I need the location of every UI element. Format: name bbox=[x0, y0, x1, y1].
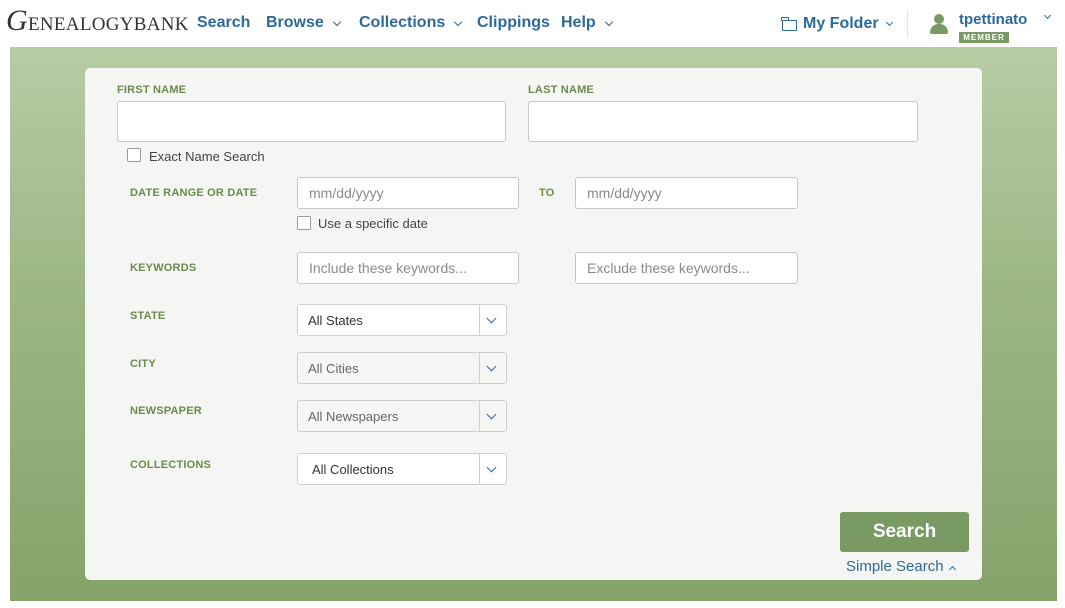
last-name-label: LAST NAME bbox=[528, 84, 594, 96]
state-value: All States bbox=[308, 313, 363, 328]
newspaper-select[interactable]: All Newspapers bbox=[297, 400, 507, 432]
city-label: CITY bbox=[130, 358, 156, 370]
collections-value: All Collections bbox=[312, 462, 394, 477]
first-name-label: FIRST NAME bbox=[117, 84, 187, 96]
collections-dropdown-button[interactable] bbox=[479, 454, 506, 484]
newspaper-label: NEWSPAPER bbox=[130, 405, 202, 417]
specific-date-checkbox[interactable] bbox=[297, 216, 311, 230]
genealogybank-logo[interactable]: GENEALOGYBANK bbox=[6, 2, 189, 40]
logo-wordmark: GENEALOGYBANK bbox=[6, 4, 189, 37]
simple-search-link[interactable]: Simple Search bbox=[846, 558, 956, 575]
nav-collections[interactable]: Collections bbox=[359, 13, 463, 33]
nav-help[interactable]: Help bbox=[561, 13, 613, 33]
chevron-down-icon[interactable] bbox=[1043, 11, 1052, 20]
my-folder-menu[interactable]: My Folder bbox=[781, 14, 893, 34]
state-label: STATE bbox=[130, 310, 166, 322]
chevron-down-icon bbox=[486, 361, 497, 372]
search-form-card bbox=[85, 68, 982, 580]
city-select[interactable]: All Cities bbox=[297, 352, 507, 384]
chevron-down-icon bbox=[453, 17, 463, 26]
state-select[interactable]: All States bbox=[297, 304, 507, 336]
include-keywords-input[interactable] bbox=[297, 252, 519, 284]
first-name-input[interactable] bbox=[117, 101, 506, 142]
specific-date-label[interactable]: Use a specific date bbox=[318, 216, 428, 231]
user-icon[interactable] bbox=[930, 14, 948, 34]
username[interactable]: tpettinato bbox=[959, 11, 1027, 28]
keywords-label: KEYWORDS bbox=[130, 262, 197, 274]
chevron-down-icon bbox=[604, 17, 613, 26]
collections-select[interactable]: All Collections bbox=[297, 453, 507, 485]
date-from-input[interactable] bbox=[297, 177, 519, 209]
top-header: GENEALOGYBANK Search Browse Collections … bbox=[0, 0, 1065, 47]
nav-clippings[interactable]: Clippings bbox=[477, 13, 550, 33]
date-range-label: DATE RANGE OR DATE bbox=[130, 187, 258, 199]
date-to-input[interactable] bbox=[575, 177, 798, 209]
collections-label: COLLECTIONS bbox=[130, 459, 212, 471]
chevron-down-icon bbox=[486, 409, 497, 420]
exclude-keywords-input[interactable] bbox=[575, 252, 798, 284]
exact-name-label[interactable]: Exact Name Search bbox=[149, 149, 265, 164]
city-value: All Cities bbox=[308, 361, 359, 376]
exact-name-checkbox[interactable] bbox=[127, 148, 141, 162]
member-badge: MEMBER bbox=[959, 32, 1009, 43]
newspaper-value: All Newspapers bbox=[308, 409, 399, 424]
search-button[interactable]: Search bbox=[840, 512, 969, 552]
nav-search[interactable]: Search bbox=[197, 13, 250, 33]
state-dropdown-button[interactable] bbox=[479, 305, 506, 335]
chevron-up-icon bbox=[948, 565, 956, 573]
folder-icon bbox=[781, 16, 797, 31]
chevron-down-icon bbox=[332, 17, 342, 26]
chevron-down-icon bbox=[486, 313, 497, 324]
chevron-down-icon bbox=[486, 462, 497, 473]
city-dropdown-button[interactable] bbox=[479, 353, 506, 383]
to-label: TO bbox=[539, 187, 555, 199]
nav-browse[interactable]: Browse bbox=[266, 13, 342, 33]
newspaper-dropdown-button[interactable] bbox=[479, 401, 506, 431]
last-name-input[interactable] bbox=[528, 101, 918, 142]
chevron-down-icon bbox=[885, 18, 893, 27]
header-divider bbox=[907, 10, 908, 38]
